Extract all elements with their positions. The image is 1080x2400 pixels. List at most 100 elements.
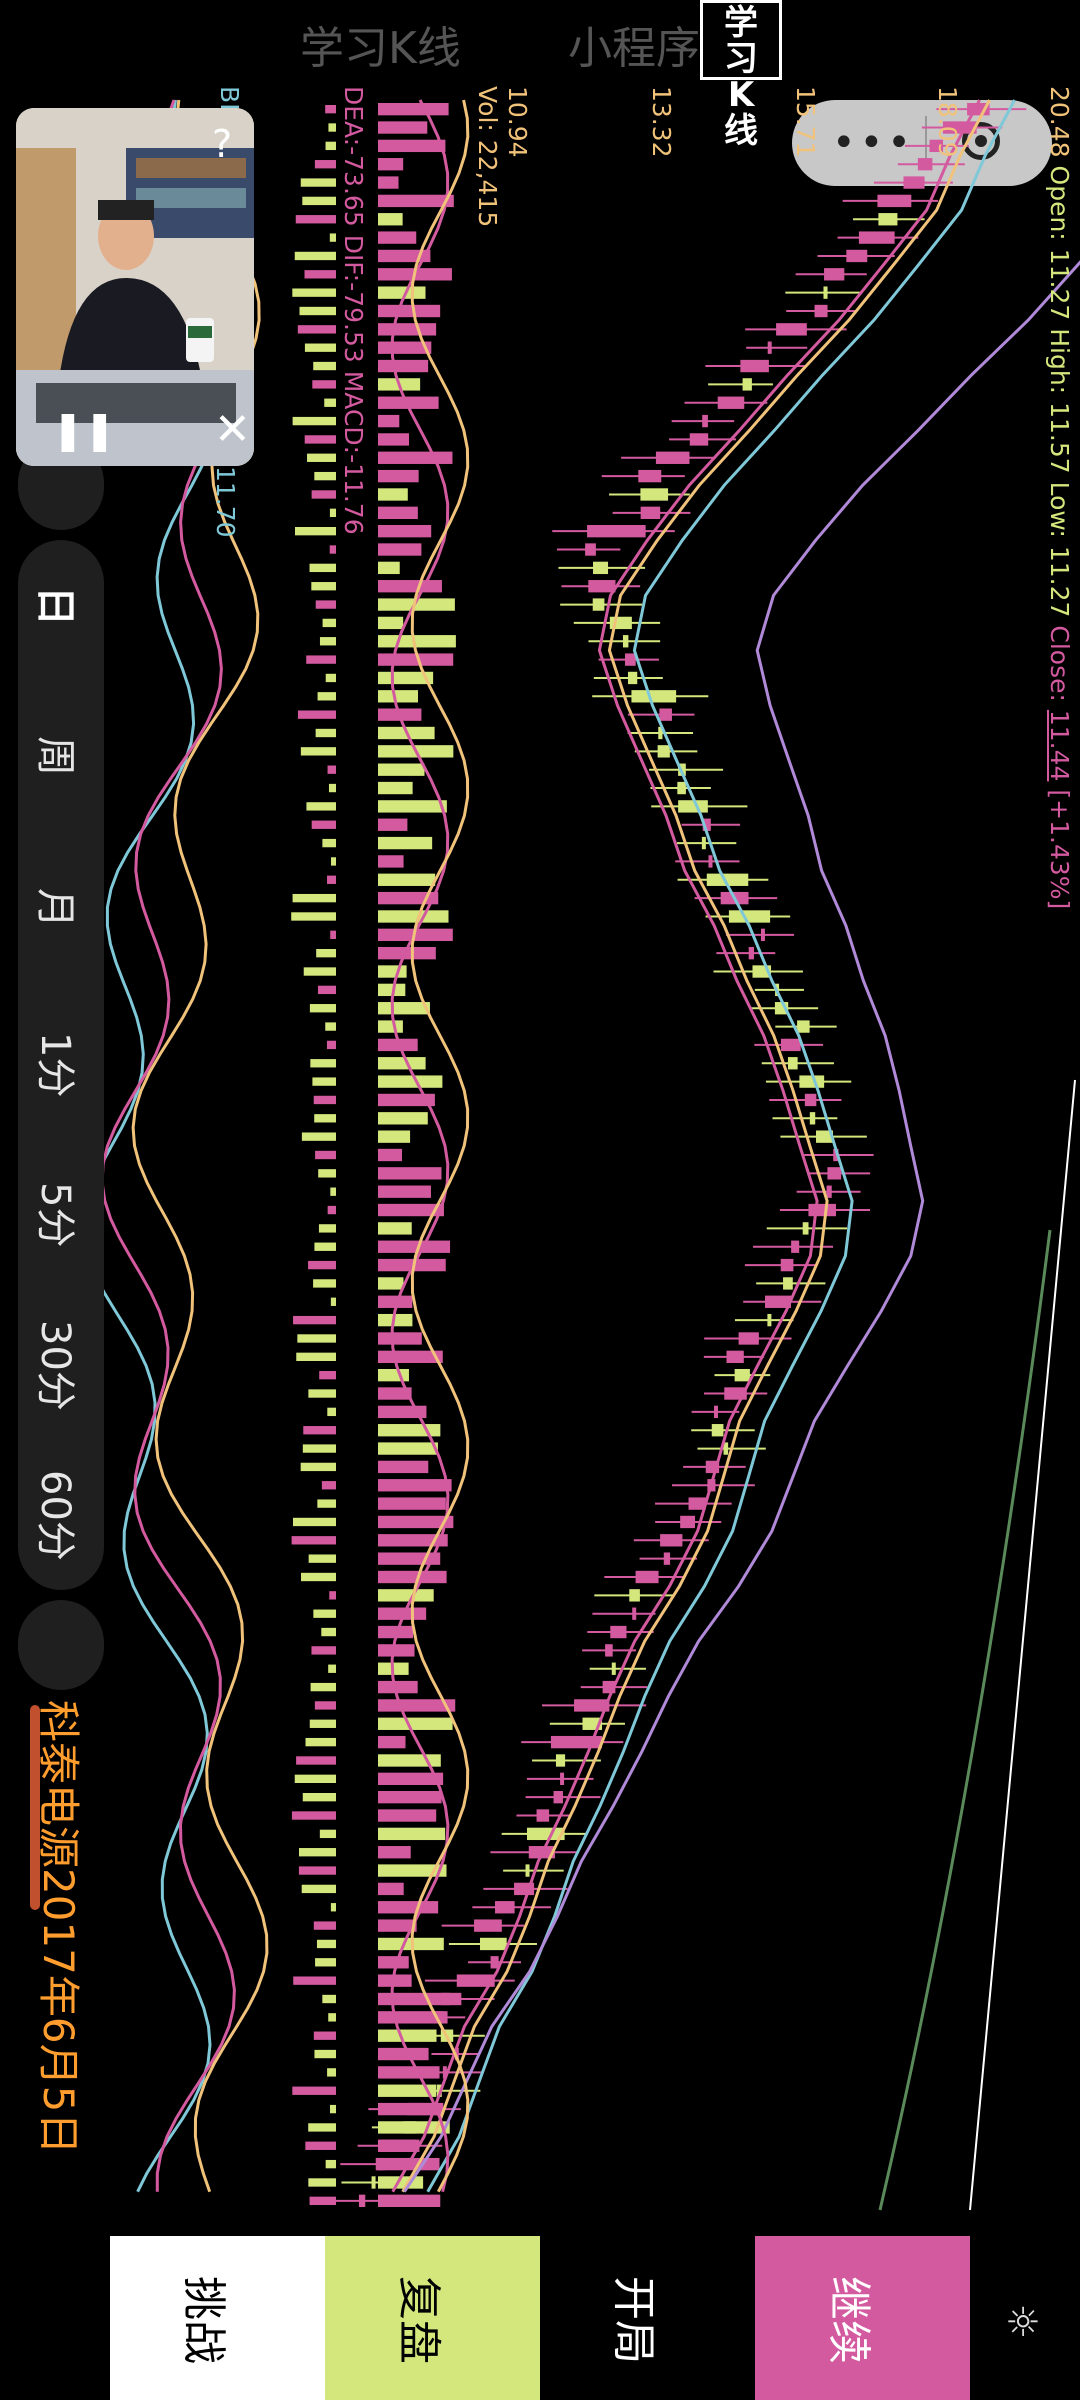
candle-body	[638, 469, 662, 483]
candle-body	[799, 1075, 825, 1088]
volume-bar	[378, 818, 408, 831]
sidebar-item-1min[interactable]: 1分	[18, 1032, 104, 1172]
candle-body	[593, 561, 609, 575]
volume-bar	[378, 1846, 411, 1859]
volume-bar	[378, 873, 436, 886]
challenge-button[interactable]: 挑战	[110, 2236, 325, 2400]
candle-body	[632, 1607, 637, 1620]
candle-body	[827, 1167, 842, 1180]
candle-body	[802, 1222, 809, 1235]
macd-bar	[327, 1407, 336, 1417]
ohlc-info: 20.48 Open: 11.27 High: 11.57 Low: 11.27…	[1045, 86, 1074, 909]
macd-bar	[299, 306, 336, 316]
macd-bars	[291, 105, 336, 2205]
volume-bar	[378, 1222, 412, 1235]
ma-line	[391, 99, 981, 2193]
candle-body	[585, 543, 596, 556]
macd-bar	[304, 343, 336, 352]
sidebar-item-60min[interactable]: 60分	[18, 1470, 104, 1610]
candle-body	[610, 1625, 627, 1639]
macd-bar	[312, 1077, 336, 1086]
candle-body	[726, 1350, 744, 1363]
volume-bar	[378, 580, 442, 593]
candle-body	[804, 1093, 817, 1107]
macd-bar	[315, 1958, 336, 1967]
candle-body	[660, 1534, 683, 1547]
macd-bar	[322, 1994, 336, 2004]
volume-bar	[378, 1791, 442, 1804]
period-sidebar: 日 周 月 1分 5分 30分 60分	[18, 540, 104, 1590]
sidebar-item-label: 60分	[32, 1470, 78, 1561]
macd-bar	[308, 2123, 336, 2132]
sidebar-item-month[interactable]: 月	[18, 888, 104, 1028]
volume-bar	[378, 1460, 429, 1474]
candle-body	[611, 1662, 616, 1675]
volume-bar	[378, 763, 425, 776]
candle-body	[824, 268, 845, 281]
macd-bar	[314, 1242, 336, 1251]
indicator-line	[410, 99, 470, 2193]
macd-info: DEA:-73.65 DIF:-79.53 MACD:-11.76	[339, 86, 368, 535]
title-bar: 学习K线 小程序 学习K线	[0, 0, 1080, 149]
sidebar-item-5min[interactable]: 5分	[18, 1182, 104, 1322]
candle-body	[717, 396, 745, 409]
volume-bar	[378, 1680, 418, 1694]
candle-body	[592, 598, 605, 611]
macd-bar	[310, 1059, 336, 1068]
sidebar-item-day[interactable]: 日	[18, 586, 104, 726]
challenge-label: 挑战	[178, 2276, 229, 2364]
candle-body	[631, 690, 677, 703]
volume-bar	[378, 139, 446, 153]
help-icon[interactable]: ?	[212, 122, 232, 166]
candle-body	[738, 1332, 759, 1345]
candle-body	[587, 525, 646, 538]
macd-bar	[305, 1737, 336, 1747]
sidebar-item-week[interactable]: 周	[18, 736, 104, 876]
macd-bar	[319, 1371, 336, 1380]
candle-body	[748, 947, 754, 960]
video-overlay[interactable]: ? ❚❚ ✕	[16, 108, 254, 466]
candle-body	[625, 653, 636, 666]
volume-bar	[378, 1148, 403, 1162]
close-icon[interactable]: ✕	[214, 404, 251, 455]
macd-bar	[298, 1866, 336, 1875]
macd-bar	[313, 361, 336, 371]
macd-bar	[304, 435, 336, 444]
action-buttons: 挑战 复盘 开局 继续	[110, 2236, 970, 2400]
macd-bar	[300, 1462, 336, 1472]
macd-bar	[309, 563, 336, 573]
candle-body	[358, 2194, 366, 2207]
macd-bar	[330, 2104, 336, 2114]
volume-bar	[378, 1479, 452, 1492]
volume-bar	[378, 1644, 415, 1657]
candle-body	[605, 1644, 613, 1657]
macd-bar	[302, 196, 336, 206]
volume-bar	[378, 1827, 446, 1841]
price-level-top: 20.48	[1045, 86, 1074, 158]
volume-bar	[378, 836, 433, 850]
review-button[interactable]: 复盘	[325, 2236, 540, 2400]
continue-button[interactable]: 继续	[755, 2236, 970, 2400]
volume-bar	[378, 304, 441, 318]
volume-bar	[378, 1754, 441, 1767]
start-button[interactable]: 开局	[540, 2236, 755, 2400]
pause-icon[interactable]: ❚❚	[52, 408, 116, 452]
high-label: High:	[1045, 328, 1074, 395]
candle-body	[809, 1112, 816, 1125]
sidebar-item-30min[interactable]: 30分	[18, 1320, 104, 1460]
candle-body	[380, 2139, 420, 2152]
macd-bar	[315, 728, 336, 738]
candle-body	[553, 1791, 563, 1804]
macd-bar	[316, 1939, 336, 1949]
macd-bar	[315, 1150, 336, 1160]
volume-bar	[378, 1332, 422, 1345]
macd-bar	[325, 141, 336, 151]
change-value: [+1.43%]	[1045, 789, 1074, 910]
macd-bar	[302, 1793, 336, 1802]
macd-bar	[328, 123, 336, 132]
volume-bar	[378, 488, 408, 501]
volume-bar	[378, 1167, 442, 1180]
macd-bar	[300, 1572, 336, 1582]
volume-bar	[378, 414, 400, 428]
gear-icon[interactable]: ☼	[1005, 2300, 1041, 2346]
